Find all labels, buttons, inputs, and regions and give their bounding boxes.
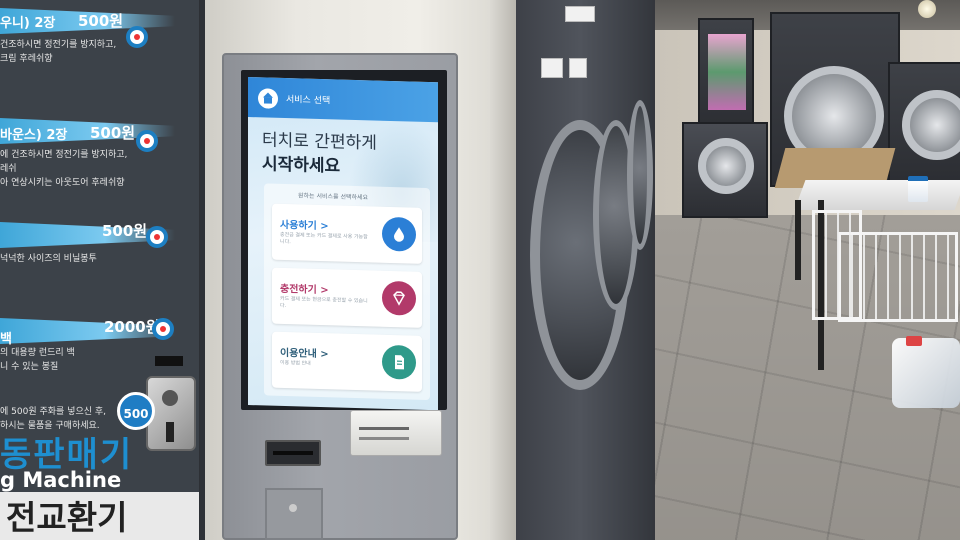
far-dryer-with-screen [698,18,754,130]
machine-label [565,6,595,22]
card-subtitle: 이용 방법 안내 [280,359,311,367]
item-description: 에 건조하시면 정전기를 방지하고, 레쉬 아 연상시키는 아웃도어 후레쉬향 [0,150,128,188]
far-washer-door [698,138,754,194]
machine-label [569,58,587,78]
far-washer-right [888,62,960,182]
coffee-cup [908,176,928,202]
charge-button[interactable]: 충전하기 > 카드 결제 또는 현금으로 충전할 수 있습니다. [272,267,422,328]
coin-instruction: 에 500원 주화를 넣으신 후, 하시는 물품을 구매하세요. [0,407,107,431]
table-leg [795,200,801,280]
jug-cap [906,336,922,346]
washer-dryer-stack [505,0,655,540]
water-drop-icon [382,216,416,252]
card-title: 사용하기 > [280,219,329,233]
home-icon[interactable] [258,88,278,109]
diamond-icon [382,280,416,316]
card-subtitle: 충전금 결제 또는 카드 결제로 사용 가능합니다. [280,231,368,246]
item-description: 건조하시면 정전기를 방지하고, 크림 후레쉬향 [0,40,117,64]
coin-icon [152,318,174,340]
service-hint: 원하는 서비스를 선택하세요 [298,192,369,202]
item-name: 백 [0,332,12,347]
coin-slot[interactable] [155,356,183,366]
use-service-button[interactable]: 사용하기 > 충전금 결제 또는 카드 결제로 사용 가능합니다. [272,203,422,264]
card-title: 충전하기 > [280,283,329,297]
document-icon [382,344,416,380]
coin-badge: 500 [117,392,155,430]
item-name: 바운스) 2장 [0,128,68,143]
far-washer-door [902,90,960,160]
headline-line-2: 시작하세요 [262,154,341,177]
item-price: 500원 [78,12,124,30]
coin-icon [146,226,168,248]
card-title: 이용안내 > [280,347,329,361]
ceiling-lamp [918,0,936,18]
kiosk-lower-door [265,488,323,540]
laundromat-scene: 우니) 2장 500원 건조하시면 정전기를 방지하고, 크림 후레쉬향 바운스… [0,0,960,540]
vending-machine-subtitle: g Machine [0,468,122,492]
usage-guide-button[interactable]: 이용안내 > 이용 방법 안내 [272,331,422,392]
card-subtitle: 카드 결제 또는 현금으로 충전할 수 있습니다. [280,295,368,310]
item-description: 의 대용량 런드리 백 니 수 있는 봉질 [0,348,75,372]
pillar-edge [490,0,516,540]
coin-exchanger-label: 전교환기 [0,492,199,540]
item-price: 500원 [90,124,136,142]
bill-acceptor-slot[interactable] [265,440,321,466]
header-title: 서비스 선택 [286,95,331,107]
item-name: 우니) 2장 [0,16,56,31]
plastic-jug [892,338,960,408]
item-price: 500원 [102,222,148,240]
kiosk-touchscreen[interactable]: 서비스 선택 터치로 간편하게 시작하세요 원하는 서비스를 선택하세요 사용하… [248,77,438,411]
dryer-door [627,100,653,250]
product-display [708,34,746,110]
item-description: 넉넉한 사이즈의 비닐봉투 [0,254,97,264]
vending-price-poster: 우니) 2장 500원 건조하시면 정전기를 방지하고, 크림 후레쉬향 바운스… [0,0,205,540]
far-washer-small [682,122,768,218]
machine-label [541,58,563,78]
card-reader[interactable] [350,410,442,456]
screen-header: 서비스 선택 [248,77,438,123]
laundry-basket [812,210,862,320]
